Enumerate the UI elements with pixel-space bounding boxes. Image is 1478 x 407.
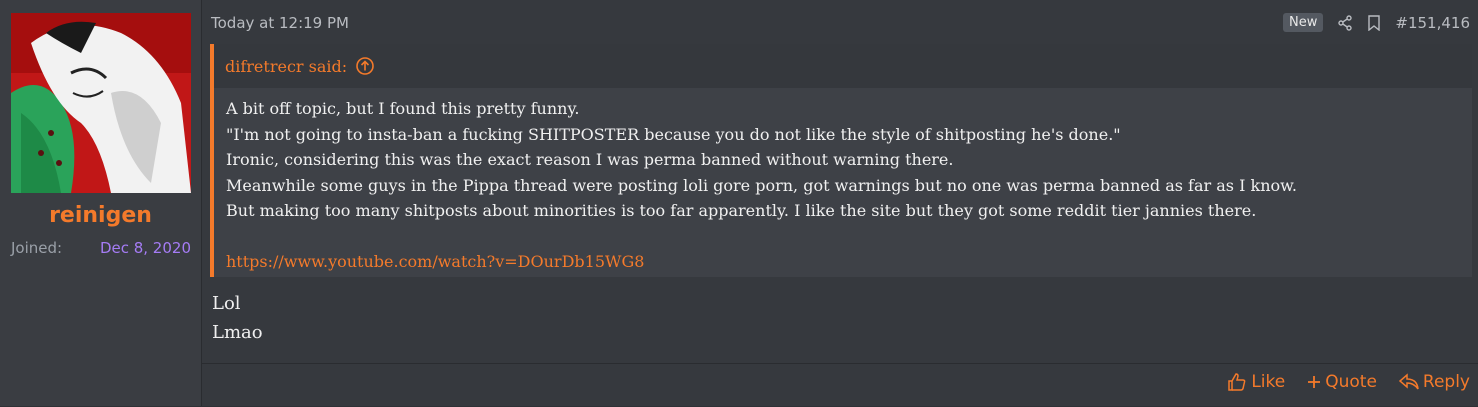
- joined-date: Dec 8, 2020: [99, 239, 191, 257]
- reply-label: Reply: [1422, 372, 1470, 392]
- quote-line: Meanwhile some guys in the Pippa thread …: [226, 175, 1298, 195]
- reply-arrow-icon: [1398, 373, 1419, 391]
- post-timestamp[interactable]: Today at 12:19 PM: [211, 14, 349, 32]
- quote-header: difretrecr said:: [214, 44, 1472, 88]
- user-info-panel: reinigen Joined: Dec 8, 2020: [0, 0, 202, 406]
- like-button[interactable]: Like: [1227, 372, 1285, 392]
- quote-block: difretrecr said: A bit off topic, but I …: [210, 44, 1472, 277]
- joined-label: Joined:: [11, 239, 63, 257]
- quote-content: A bit off topic, but I found this pretty…: [214, 88, 1472, 274]
- quote-line: "I'm not going to insta-ban a fucking SH…: [226, 124, 1121, 144]
- username[interactable]: reinigen: [0, 203, 201, 228]
- quote-line: A bit off topic, but I found this pretty…: [226, 99, 580, 118]
- forum-post: reinigen Joined: Dec 8, 2020 Today at 12…: [0, 0, 1478, 406]
- user-avatar[interactable]: [11, 13, 191, 193]
- new-badge: New: [1283, 13, 1324, 32]
- post-actions: Like Quote Reply: [1227, 372, 1470, 392]
- post-footer: Like Quote Reply: [202, 363, 1478, 407]
- quote-button[interactable]: Quote: [1307, 372, 1377, 392]
- post-body-line: Lol: [212, 293, 241, 314]
- post-meta: New #151,416: [1283, 13, 1470, 32]
- post-body: Lol Lmao: [212, 289, 263, 347]
- youtube-link[interactable]: https://www.youtube.com/watch?v=DOurDb15…: [226, 249, 1460, 275]
- reply-button[interactable]: Reply: [1398, 372, 1470, 392]
- quote-label: Quote: [1325, 372, 1377, 392]
- quote-line: Ironic, considering this was the exact r…: [226, 150, 954, 169]
- plus-icon: [1307, 375, 1321, 389]
- quote-author[interactable]: difretrecr said:: [225, 57, 347, 76]
- arrow-up-circle-icon[interactable]: [355, 56, 375, 76]
- share-icon[interactable]: [1337, 14, 1353, 31]
- thumbs-up-icon: [1227, 372, 1247, 392]
- quote-line: But making too many shitposts about mino…: [226, 201, 1257, 220]
- post-main: Today at 12:19 PM New #151,416 difretrec…: [202, 0, 1478, 406]
- post-body-line: Lmao: [212, 322, 263, 343]
- like-label: Like: [1251, 372, 1286, 392]
- bookmark-icon[interactable]: [1367, 14, 1381, 31]
- post-number[interactable]: #151,416: [1395, 14, 1470, 32]
